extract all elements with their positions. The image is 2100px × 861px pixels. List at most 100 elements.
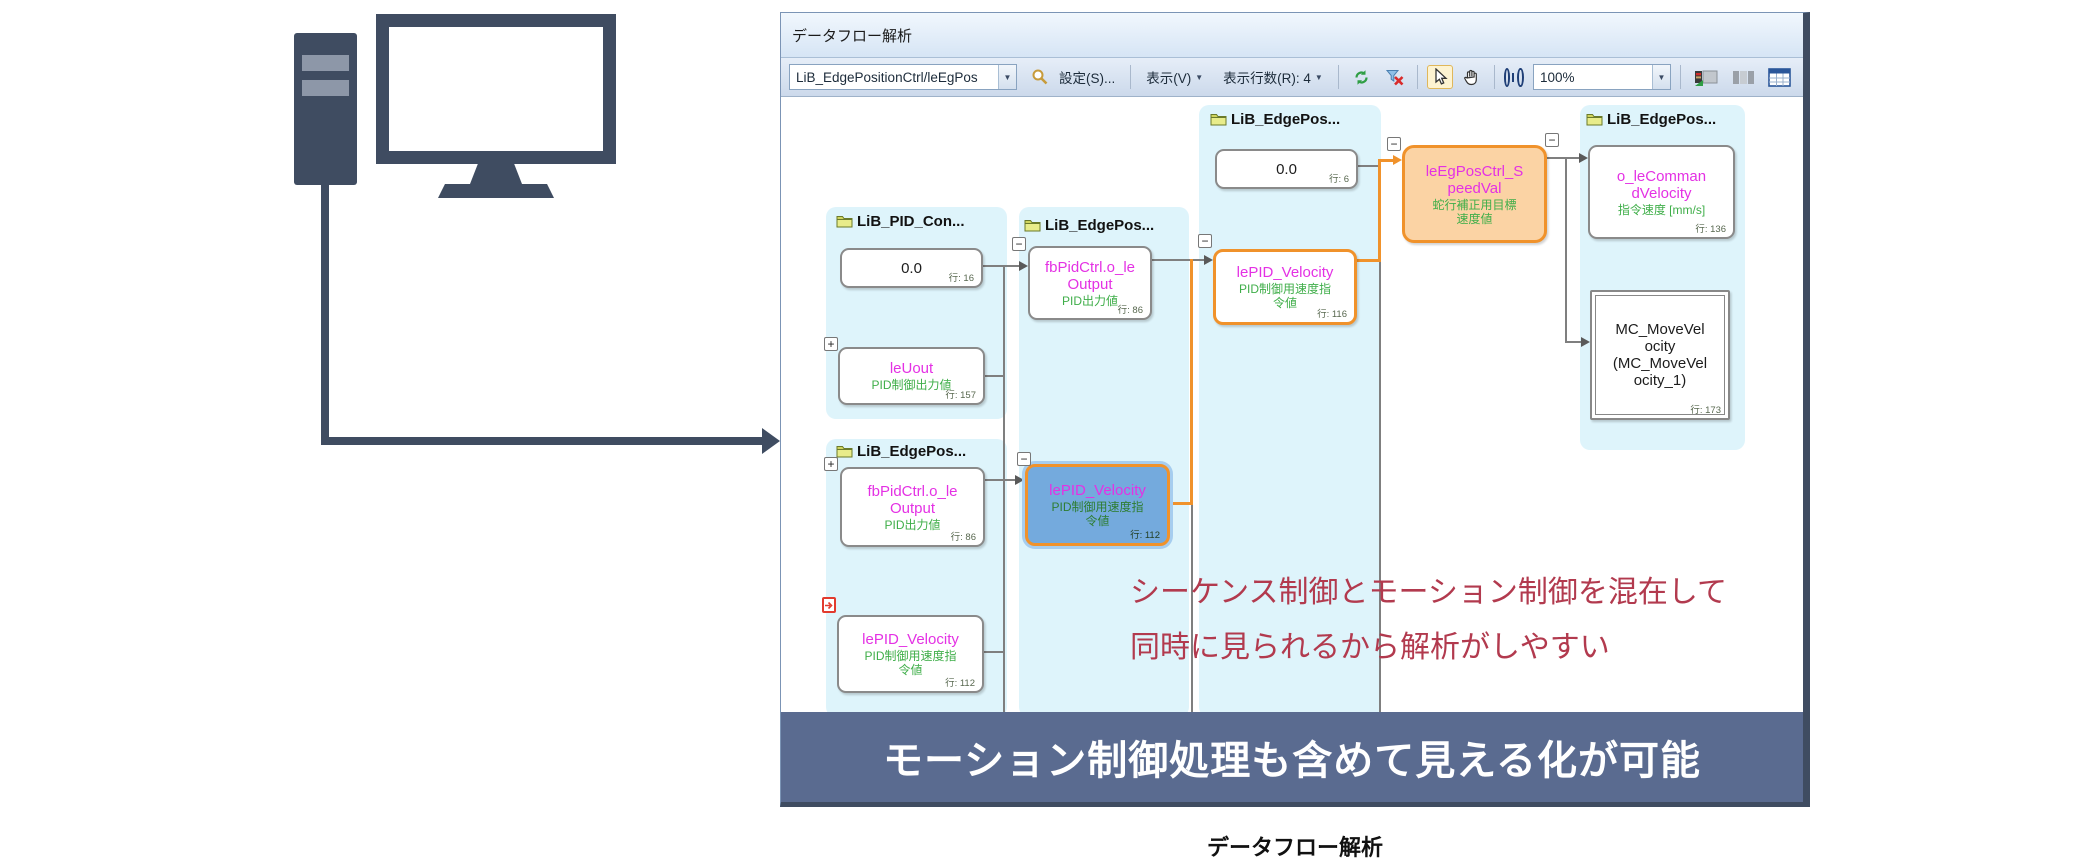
window-title: データフロー解析 bbox=[792, 25, 912, 46]
search-button[interactable] bbox=[1027, 66, 1053, 88]
grid-window-icon bbox=[1768, 68, 1791, 87]
scope-combobox[interactable]: LiB_EdgePositionCtrl/leEgPos ▼ bbox=[789, 64, 1017, 90]
connector-arrow bbox=[1204, 255, 1213, 265]
collapse-button[interactable]: − bbox=[1012, 237, 1026, 251]
settings-button[interactable]: 設定(S)... bbox=[1053, 64, 1121, 90]
node-subtitle: 指令速度 [mm/s] bbox=[1618, 203, 1705, 217]
highlight-connector-arrow bbox=[1393, 155, 1402, 165]
node-line-number: 行: 173 bbox=[1690, 402, 1721, 416]
node-title: o_leComman dVelocity bbox=[1617, 168, 1706, 202]
toolbar: LiB_EdgePositionCtrl/leEgPos ▼ 設定(S)... … bbox=[781, 58, 1803, 97]
collapse-button[interactable]: − bbox=[1017, 452, 1031, 466]
node-lepid-velocity-low[interactable]: lePID_Velocity PID制御用速度指 令値 行: 112 bbox=[837, 615, 984, 693]
group-label-text: LiB_EdgePos... bbox=[857, 443, 966, 460]
node-line-number: 行: 6 bbox=[1329, 171, 1349, 185]
node-o-lecommand-velocity[interactable]: o_leComman dVelocity 指令速度 [mm/s] 行: 136 bbox=[1588, 145, 1735, 239]
clear-filter-button[interactable] bbox=[1381, 66, 1408, 88]
toolbar-separator bbox=[1338, 65, 1339, 89]
red-arrow-icon bbox=[825, 601, 834, 610]
connector-arrow bbox=[1581, 337, 1590, 347]
node-mc-movevelocity[interactable]: MC_MoveVel ocity (MC_MoveVel ocity_1) 行:… bbox=[1590, 290, 1730, 420]
node-const-zero-pid[interactable]: 0.0 行: 16 bbox=[840, 248, 983, 288]
node-title: lePID_Velocity bbox=[862, 631, 959, 648]
connector bbox=[1358, 165, 1378, 167]
connector bbox=[985, 479, 1015, 481]
highlight-connector bbox=[1190, 259, 1193, 505]
node-leegposctrl-speedval[interactable]: leEgPosCtrl_S peedVal 蛇行補正用目標 速度値 bbox=[1402, 145, 1547, 243]
zoom-in-button[interactable] bbox=[1504, 68, 1511, 87]
search-icon bbox=[1031, 68, 1049, 86]
collapse-button[interactable]: − bbox=[1198, 234, 1212, 248]
banner-text: モーション制御処理も含めて見える化が可能 bbox=[883, 728, 1701, 786]
node-title: 0.0 bbox=[1276, 161, 1297, 178]
collapse-button[interactable]: − bbox=[1545, 133, 1559, 147]
connector bbox=[1003, 265, 1005, 712]
pan-tool-button[interactable] bbox=[1458, 66, 1485, 89]
zoom-out-button[interactable] bbox=[1517, 68, 1524, 87]
plc-view-button[interactable] bbox=[1690, 66, 1723, 89]
select-tool-button[interactable] bbox=[1427, 65, 1453, 89]
connector bbox=[1565, 157, 1567, 343]
folder-icon bbox=[836, 445, 853, 458]
node-title: fbPidCtrl.o_le Output bbox=[1045, 259, 1135, 293]
annotation-line-2: 同時に見られるから解析がしやすい bbox=[1130, 620, 1727, 675]
node-title: 0.0 bbox=[901, 260, 922, 277]
scope-combobox-value: LiB_EdgePositionCtrl/leEgPos bbox=[790, 70, 998, 85]
node-title: lePID_Velocity bbox=[1049, 482, 1146, 499]
node-title: MC_MoveVel ocity (MC_MoveVel ocity_1) bbox=[1613, 321, 1707, 389]
refresh-icon bbox=[1352, 68, 1371, 87]
zoom-in-icon bbox=[1512, 73, 1514, 82]
tower-slat bbox=[302, 55, 349, 71]
node-line-number: 行: 112 bbox=[1130, 527, 1160, 541]
group-label-text: LiB_EdgePos... bbox=[1607, 111, 1716, 128]
node-lepid-velocity-top[interactable]: lePID_Velocity PID制御用速度指 令値 行: 116 bbox=[1213, 249, 1357, 325]
page: データフロー解析 LiB_EdgePositionCtrl/leEgPos ▼ … bbox=[0, 0, 2100, 861]
node-const-zero-edge[interactable]: 0.0 行: 6 bbox=[1215, 149, 1358, 189]
plc-gray-view-button[interactable] bbox=[1728, 67, 1759, 88]
toolbar-separator bbox=[1680, 65, 1681, 89]
node-leuout[interactable]: leUout PID制御出力値 行: 157 bbox=[838, 347, 985, 405]
node-line-number: 行: 157 bbox=[945, 387, 976, 401]
expand-button[interactable]: + bbox=[824, 457, 838, 471]
collapse-button[interactable]: − bbox=[1387, 137, 1401, 151]
reference-marker-icon[interactable] bbox=[822, 597, 836, 613]
node-subtitle: PID出力値 bbox=[884, 518, 940, 532]
flow-arrow-vertical bbox=[321, 185, 329, 441]
banner: モーション制御処理も含めて見える化が可能 bbox=[781, 712, 1803, 802]
group-label-text: LiB_EdgePos... bbox=[1231, 111, 1340, 128]
dataflow-canvas[interactable]: LiB_PID_Con... LiB_EdgePos... LiB_EdgePo… bbox=[781, 97, 1803, 712]
node-line-number: 行: 136 bbox=[1695, 221, 1726, 235]
connector-arrow bbox=[1015, 475, 1024, 485]
grid-view-button[interactable] bbox=[1764, 66, 1795, 89]
zoom-level-combobox[interactable]: 100% ▼ bbox=[1533, 64, 1671, 90]
chevron-down-icon: ▼ bbox=[1315, 73, 1323, 82]
node-subtitle: 蛇行補正用目標 速度値 bbox=[1432, 198, 1516, 226]
chevron-down-icon: ▼ bbox=[1195, 73, 1203, 82]
connector bbox=[1547, 157, 1579, 159]
refresh-button[interactable] bbox=[1348, 66, 1375, 89]
folder-icon bbox=[836, 215, 853, 228]
node-title: leUout bbox=[890, 360, 933, 377]
connector bbox=[983, 651, 1003, 653]
connector-arrow bbox=[1019, 261, 1028, 271]
annotation-line-1: シーケンス制御とモーション制御を混在して bbox=[1130, 565, 1727, 620]
node-line-number: 行: 116 bbox=[1317, 306, 1347, 320]
annotation-text: シーケンス制御とモーション制御を混在して 同時に見られるから解析がしやすい bbox=[1130, 565, 1727, 675]
expand-button[interactable]: + bbox=[824, 337, 838, 351]
folder-icon bbox=[1586, 113, 1603, 126]
group-label-text: LiB_PID_Con... bbox=[857, 213, 965, 230]
node-fbpidctrl-output-top[interactable]: fbPidCtrl.o_le Output PID出力値 行: 86 bbox=[1028, 246, 1152, 320]
node-line-number: 行: 112 bbox=[945, 675, 975, 689]
chevron-down-icon[interactable]: ▼ bbox=[1652, 65, 1670, 89]
node-fbpidctrl-output-low[interactable]: fbPidCtrl.o_le Output PID出力値 行: 86 bbox=[840, 467, 985, 547]
node-lepid-velocity-selected[interactable]: lePID_Velocity PID制御用速度指 令値 行: 112 bbox=[1025, 464, 1170, 546]
row-count-button[interactable]: 表示行数(R): 4 ▼ bbox=[1217, 64, 1329, 90]
chevron-down-icon[interactable]: ▼ bbox=[998, 65, 1016, 89]
connector-arrow bbox=[1579, 153, 1588, 163]
node-line-number: 行: 86 bbox=[951, 529, 976, 543]
flow-arrow-head bbox=[762, 428, 780, 454]
node-line-number: 行: 16 bbox=[949, 270, 974, 284]
dataflow-analysis-window: データフロー解析 LiB_EdgePositionCtrl/leEgPos ▼ … bbox=[780, 12, 1810, 807]
window-titlebar[interactable]: データフロー解析 bbox=[781, 13, 1803, 58]
view-menu-button[interactable]: 表示(V) ▼ bbox=[1140, 64, 1209, 90]
